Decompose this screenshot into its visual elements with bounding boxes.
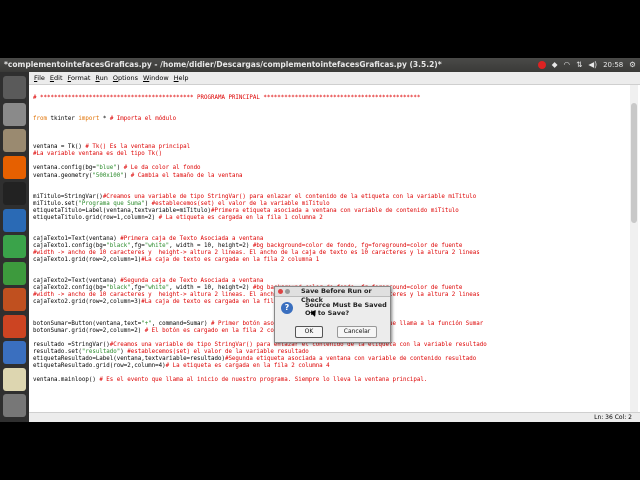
menu-item[interactable]: File [34,74,45,82]
system-tray: ◆ ◠ ⇅ ◀) 20:58 ⚙ [537,58,636,72]
code-line: ventana.config(bg="blue") # Le da color … [33,165,201,172]
code-line: miTitulo=StringVar()#Creamos una variabl… [33,193,477,200]
volume-icon[interactable]: ◀) [588,58,597,72]
code-line: cajaTexto1.config(bg="black",fg="white",… [33,242,463,249]
question-icon: ? [281,302,293,314]
software-icon[interactable] [3,314,26,338]
letterbox-top [0,0,640,58]
vertical-scrollbar[interactable] [630,85,638,412]
code-line: etiquetaResultado.grid(row=2,column=4)# … [33,362,330,369]
code-line: cajaTexto1.grid(row=2,column=1)#La caja … [33,257,320,264]
code-line: etiquetaTitulo=Label(ventana,textvariabl… [33,207,459,214]
code-line: #width -> ancho de 10 caracteres y heigh… [33,250,480,257]
code-line: etiquetaTitulo.grid(row=1,column=2) # La… [33,214,323,221]
scrollbar-thumb[interactable] [631,103,637,223]
calc-icon[interactable] [3,261,26,285]
trash-icon[interactable] [3,394,26,417]
code-line: ventana = Tk() # Tk() Es la ventana prin… [33,144,191,151]
code-line: miTitulo.set("Programa que Suma") #estab… [33,200,330,207]
window-title: *complementointefacesGraficas.py - /home… [4,60,442,69]
firefox-icon[interactable] [3,155,26,179]
impress-icon[interactable] [3,288,26,311]
code-line: etiquetaResultado=Label(ventana,textvari… [33,355,477,362]
menu-item[interactable]: Edit [50,74,63,82]
code-line: #La variable ventana es del tipo Tk() [33,151,163,158]
code-line: ventana.geometry("500x100") # Cambia el … [33,172,243,179]
code-line: cajaTexto2=Text(ventana) #Segunda caja d… [33,278,264,285]
wifi-icon[interactable]: ◠ [564,58,571,72]
code-line: from tkinter import * # Importa el módul… [33,116,177,123]
text-editor-icon[interactable] [3,367,26,391]
minimize-icon[interactable] [285,289,290,294]
archive-icon[interactable] [3,129,26,152]
files-icon[interactable] [3,102,26,126]
terminal-icon[interactable] [3,182,26,205]
system-top-bar: *complementointefacesGraficas.py - /home… [0,58,640,72]
idle-editor-window: File Edit Format Run Options Window Help # ***… [29,72,640,422]
network-icon[interactable]: ⇅ [576,58,582,72]
code-editor[interactable]: # **************************************… [29,85,629,412]
chrome-icon[interactable] [3,235,26,258]
code-line: cajaTexto1=Text(ventana) #Primera caja d… [33,235,264,242]
python-icon[interactable] [3,341,26,364]
clock[interactable]: 20:58 [603,58,623,72]
dialog-title-bar: Save Before Run or Check [275,287,390,304]
ubuntu-dash-icon[interactable] [3,76,26,99]
dialog-message-line1: Source Must Be Saved [305,301,387,309]
ok-button[interactable]: OK [295,326,323,338]
record-icon[interactable] [537,61,546,69]
menu-item[interactable]: Window [143,74,169,82]
cancel-button[interactable]: Cancelar [337,326,377,338]
desktop-screen: *complementointefacesGraficas.py - /home… [0,58,640,422]
menu-item[interactable]: Format [68,74,91,82]
code-line: resultado.set("resultado") #establecemos… [33,348,309,355]
launcher [0,72,29,422]
writer-icon[interactable] [3,208,26,232]
code-line: ventana.mainloop() # Es el evento que ll… [33,376,428,383]
close-icon[interactable] [278,289,283,294]
menu-item[interactable]: Run [95,74,107,82]
dropbox-icon[interactable]: ◆ [552,58,558,72]
code-line: # **************************************… [33,95,421,101]
menu-item[interactable]: Help [174,74,189,82]
menu-bar: File Edit Format Run Options Window Help [29,72,640,85]
gear-icon[interactable]: ⚙ [629,58,636,72]
letterbox-bottom [0,422,640,480]
cursor-position: Ln: 36 Col: 2 [594,414,632,421]
save-before-run-dialog: Save Before Run or Check ? Source Must B… [274,286,391,343]
menu-item[interactable]: Options [113,74,138,82]
status-bar: Ln: 36 Col: 2 [29,412,640,422]
